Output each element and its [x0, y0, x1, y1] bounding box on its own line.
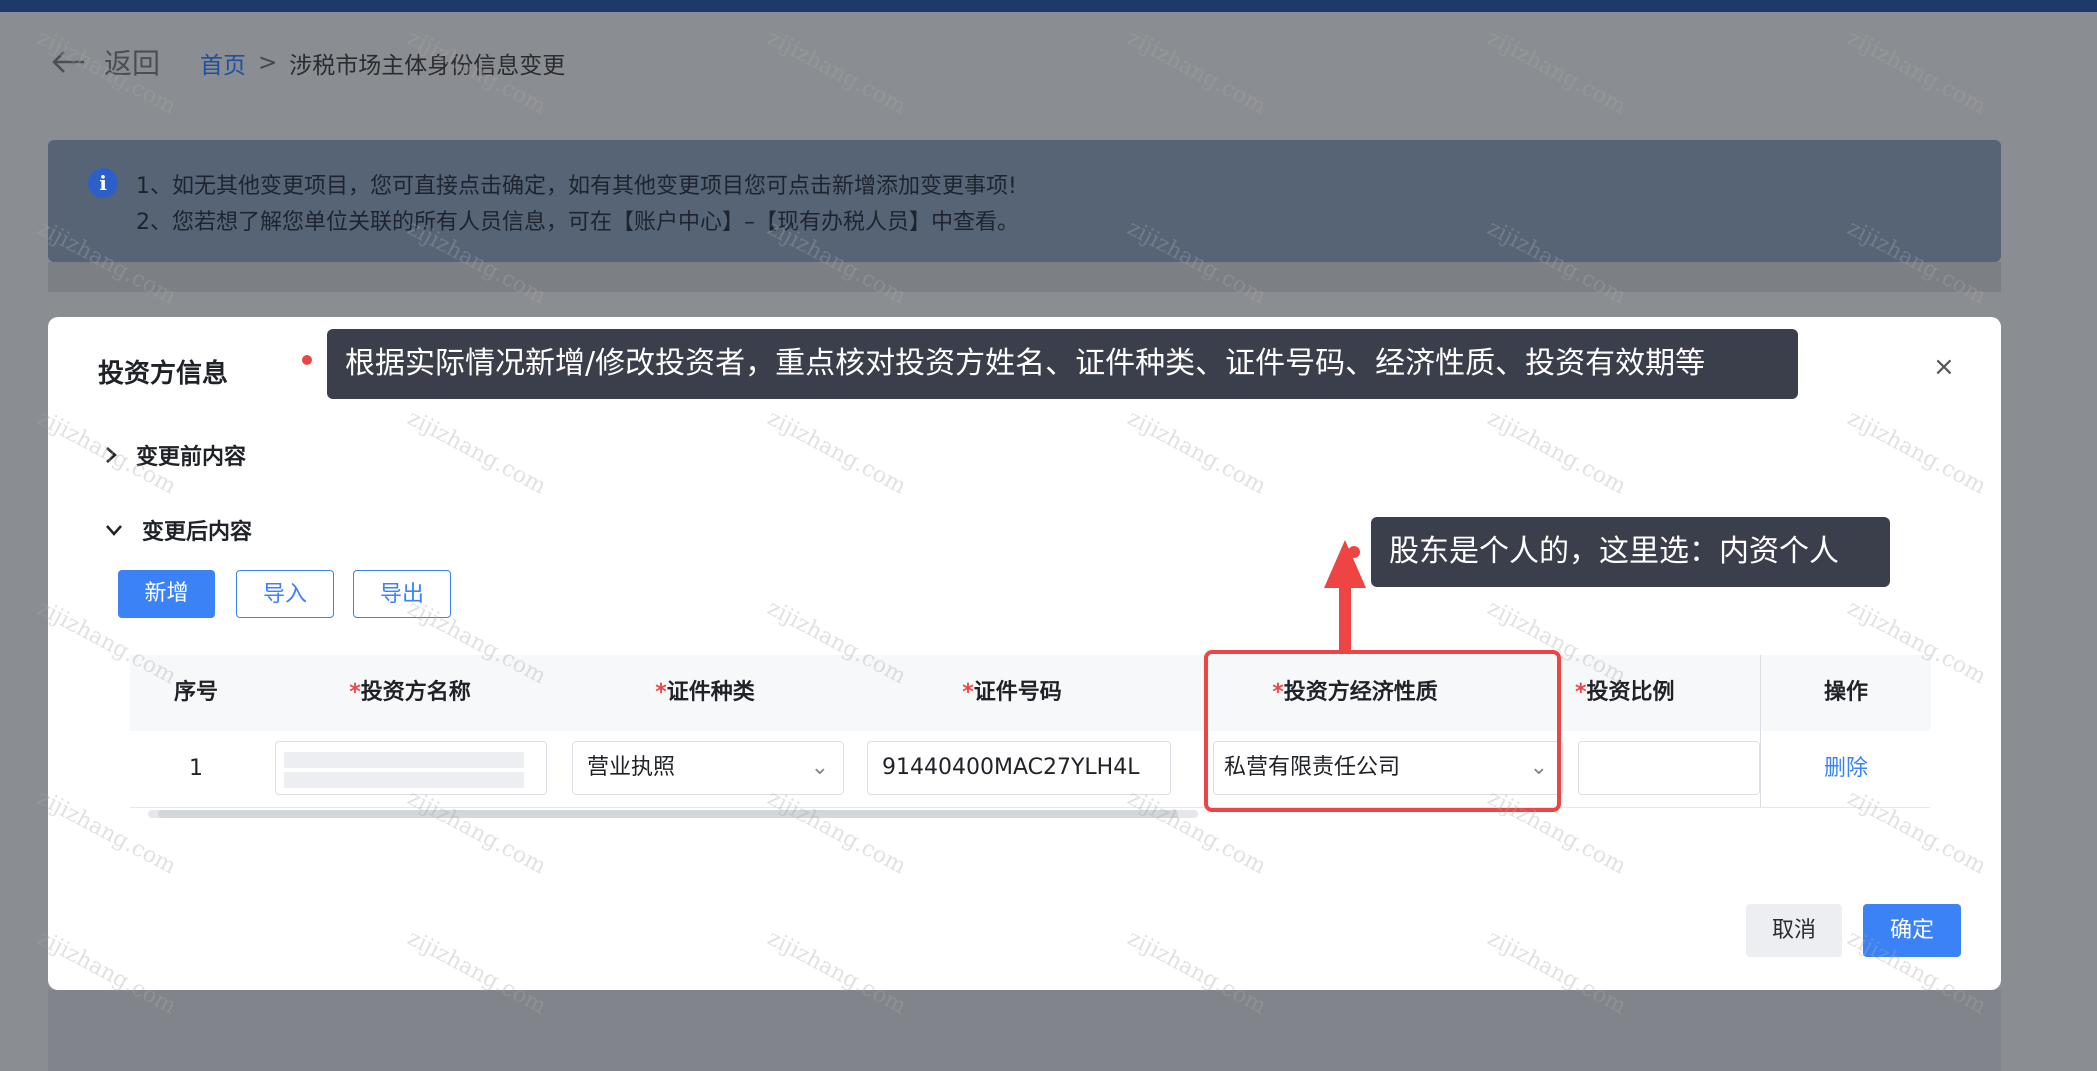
table-row: 1 营业执照 ⌄ 91440400MAC27YLH4L 私营有限责任公司 ⌄ — [130, 731, 1930, 808]
investor-modal: 投资方信息 根据实际情况新增/修改投资者，重点核对投资方姓名、证件种类、证件号码… — [48, 317, 2001, 990]
top-bar — [0, 0, 2097, 12]
notice-panel: i 1、如无其他变更项目，您可直接点击确定，如有其他变更项目您可点击新增添加变更… — [48, 140, 2001, 262]
section-before-label: 变更前内容 — [136, 445, 247, 470]
id-number-input[interactable]: 91440400MAC27YLH4L — [867, 741, 1171, 795]
col-id-number: *证件号码 — [962, 680, 1062, 705]
id-type-value: 营业执照 — [587, 755, 676, 780]
col-op: 操作 — [1761, 655, 1931, 731]
import-button[interactable]: 导入 — [236, 570, 334, 618]
chevron-right-icon: > — [258, 50, 278, 76]
notice-line-2: 2、您若想了解您单位关联的所有人员信息，可在【账户中心】–【现有办税人员】中查看… — [136, 210, 1020, 235]
confirm-button[interactable]: 确定 — [1863, 904, 1961, 957]
redacted-text — [284, 772, 524, 788]
id-number-value: 91440400MAC27YLH4L — [882, 755, 1140, 780]
breadcrumb-current: 涉税市场主体身份信息变更 — [289, 53, 566, 79]
chevron-down-icon: ⌄ — [810, 755, 829, 780]
background-strip — [48, 262, 2001, 292]
id-type-select[interactable]: 营业执照 ⌄ — [572, 741, 844, 795]
section-after-toggle[interactable]: 变更后内容 — [104, 514, 252, 546]
arrow-left-icon — [52, 51, 84, 73]
annotation-tooltip-right: 股东是个人的，这里选：内资个人 — [1371, 517, 1890, 587]
breadcrumb-home[interactable]: 首页 — [200, 46, 246, 80]
col-id-type: *证件种类 — [655, 680, 755, 705]
arrow-up-icon — [1324, 540, 1366, 650]
annotation-dot — [302, 355, 312, 365]
scrollbar-thumb[interactable] — [158, 810, 1178, 818]
investor-name-input[interactable] — [275, 741, 547, 795]
info-icon: i — [88, 168, 118, 198]
back-button[interactable]: 返回 — [50, 42, 160, 82]
notice-line-1: 1、如无其他变更项目，您可直接点击确定，如有其他变更项目您可点击新增添加变更事项… — [136, 174, 1017, 199]
row-index: 1 — [189, 756, 203, 781]
breadcrumb: 首页 > 涉税市场主体身份信息变更 — [200, 46, 565, 80]
add-button[interactable]: 新增 — [118, 570, 215, 618]
table-header: 序号 *投资方名称 *证件种类 *证件号码 *投资方经济性质 *投资比例 — [130, 655, 1930, 732]
delete-link[interactable]: 删除 — [1761, 731, 1931, 807]
redacted-text — [284, 752, 524, 768]
modal-title: 投资方信息 — [98, 359, 229, 389]
export-button[interactable]: 导出 — [353, 570, 451, 618]
col-index: 序号 — [173, 680, 218, 705]
col-name: *投资方名称 — [349, 680, 471, 705]
ratio-input[interactable] — [1578, 741, 1760, 795]
operation-column: 操作 删除 — [1760, 655, 1931, 807]
background-panel — [48, 990, 2001, 1071]
annotation-tooltip-top: 根据实际情况新增/修改投资者，重点核对投资方姓名、证件种类、证件号码、经济性质、… — [327, 329, 1798, 399]
highlight-box — [1204, 650, 1561, 812]
section-before-toggle[interactable]: 变更前内容 — [104, 439, 246, 471]
close-icon[interactable]: × — [1933, 352, 1955, 382]
chevron-right-icon — [106, 447, 117, 463]
cancel-button[interactable]: 取消 — [1746, 904, 1842, 957]
chevron-down-icon — [106, 525, 122, 536]
back-label: 返回 — [104, 47, 161, 80]
section-after-label: 变更后内容 — [142, 520, 253, 545]
